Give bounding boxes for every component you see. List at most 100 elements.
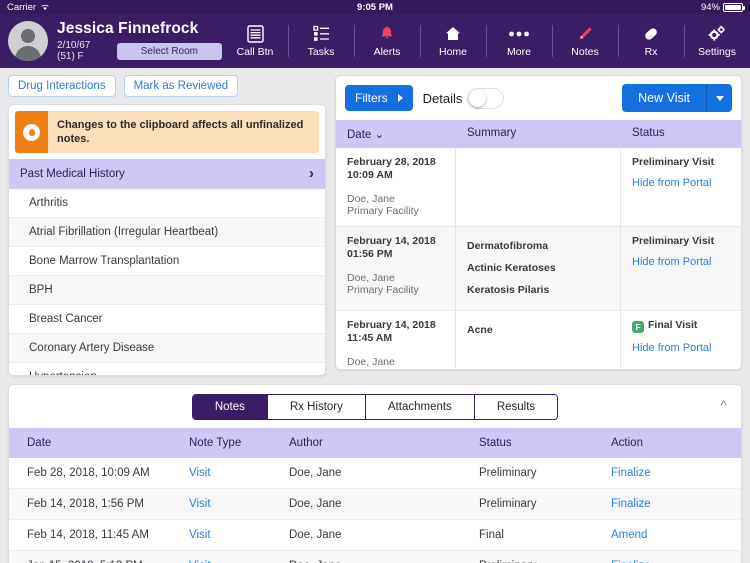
note-type-link[interactable]: Visit — [189, 551, 289, 563]
nav-item-rx[interactable]: Rx — [618, 14, 684, 68]
visit-date-cell: February 14, 2018 01:56 PM Doe, Jane Pri… — [336, 227, 456, 310]
visits-toolbar: Filters Details New Visit — [336, 76, 741, 120]
select-room-button[interactable]: Select Room — [116, 42, 222, 60]
note-action-link[interactable]: Amend — [611, 520, 741, 550]
note-type-link[interactable]: Visit — [189, 489, 289, 519]
list-item[interactable]: Arthritis — [9, 189, 325, 218]
facility-name: Primary Facility — [347, 205, 419, 217]
column-header-date[interactable]: Date ⌄ — [336, 120, 456, 148]
notes-tabbar: Notes Rx History Attachments Results ^ — [9, 385, 741, 428]
notes-table-body: Feb 28, 2018, 10:09 AM Visit Doe, Jane P… — [9, 458, 741, 563]
note-action-link[interactable]: Finalize — [611, 489, 741, 519]
note-action-link[interactable]: Finalize — [611, 551, 741, 563]
note-status: Preliminary — [479, 551, 611, 563]
summary-item: Acne — [467, 324, 493, 336]
sort-chevron-icon: ⌄ — [374, 129, 385, 141]
new-visit-button[interactable]: New Visit — [622, 84, 706, 112]
new-visit-group: New Visit — [622, 84, 732, 112]
table-row[interactable]: Feb 28, 2018, 10:09 AM Visit Doe, Jane P… — [9, 458, 741, 489]
visit-date-cell: February 14, 2018 11:45 AM Doe, Jane Pri… — [336, 311, 456, 369]
tab-group: Notes Rx History Attachments Results — [191, 394, 559, 420]
table-row[interactable]: Jan 15, 2018, 5:12 PM Visit Doe, Jane Pr… — [9, 551, 741, 563]
details-toggle[interactable] — [467, 87, 505, 109]
nav-item-settings[interactable]: Settings — [684, 14, 750, 68]
tab-results[interactable]: Results — [474, 395, 558, 419]
battery-percent: 94% — [700, 1, 720, 13]
details-toggle-group: Details — [423, 87, 505, 109]
list-item[interactable]: Atrial Fibrillation (Irregular Heartbeat… — [9, 218, 325, 247]
nav-label: Tasks — [307, 46, 335, 58]
provider-name: Doe, Jane — [347, 193, 395, 205]
left-column: Drug Interactions Mark as Reviewed Chang… — [8, 75, 326, 376]
nav-label: More — [507, 46, 531, 58]
nav-item-tasks[interactable]: Tasks — [288, 14, 354, 68]
top-navigation: Call Btn Tasks Alerts Home More Notes Rx… — [222, 14, 750, 68]
tasks-icon — [312, 24, 330, 43]
collapse-chevron-up-icon[interactable]: ^ — [720, 397, 727, 413]
note-status: Final — [479, 529, 504, 541]
hide-from-portal-link[interactable]: Hide from Portal — [632, 256, 741, 268]
visits-table-header: Date ⌄ Summary Status — [336, 120, 741, 148]
mark-as-reviewed-button[interactable]: Mark as Reviewed — [123, 75, 239, 97]
list-item[interactable]: Coronary Artery Disease — [9, 334, 325, 363]
home-icon — [444, 24, 462, 43]
lightbulb-icon — [15, 111, 48, 153]
new-visit-dropdown-button[interactable] — [706, 84, 732, 112]
hide-from-portal-link[interactable]: Hide from Portal — [632, 342, 741, 354]
table-row[interactable]: Feb 14, 2018, 1:56 PM Visit Doe, Jane Pr… — [9, 489, 741, 520]
tab-rx-history[interactable]: Rx History — [267, 395, 366, 419]
list-item[interactable]: Bone Marrow Transplantation — [9, 247, 325, 276]
visit-date-cell: February 28, 2018 10:09 AM Doe, Jane Pri… — [336, 148, 456, 226]
final-visit-badge: F — [632, 321, 644, 333]
nav-item-more[interactable]: More — [486, 14, 552, 68]
nav-item-alerts[interactable]: Alerts — [354, 14, 420, 68]
summary-item: Actinic Keratoses — [467, 262, 556, 274]
avatar[interactable] — [8, 21, 48, 61]
left-action-buttons: Drug Interactions Mark as Reviewed — [8, 75, 326, 97]
note-type-link[interactable]: Visit — [189, 458, 289, 488]
filters-button[interactable]: Filters — [345, 85, 413, 111]
visit-status: Final Visit — [648, 319, 698, 331]
drug-interactions-button[interactable]: Drug Interactions — [8, 75, 116, 97]
bottom-panel: Notes Rx History Attachments Results ^ D… — [8, 384, 742, 563]
list-item[interactable]: Hypertension — [9, 363, 325, 375]
clock: 9:05 PM — [357, 1, 393, 13]
nav-item-notes[interactable]: Notes — [552, 14, 618, 68]
call-button-icon — [246, 24, 264, 43]
tab-notes[interactable]: Notes — [192, 395, 268, 419]
gears-icon — [707, 24, 727, 43]
note-date: Feb 28, 2018, 10:09 AM — [27, 467, 150, 479]
table-row[interactable]: February 14, 2018 11:45 AM Doe, Jane Pri… — [336, 311, 741, 369]
nav-item-call-btn[interactable]: Call Btn — [222, 14, 288, 68]
notes-card: Notes Rx History Attachments Results ^ D… — [8, 384, 742, 563]
clipboard-alert: Changes to the clipboard affects all unf… — [15, 111, 319, 153]
patient-name: Jessica Finnefrock — [57, 20, 199, 37]
pen-icon — [576, 24, 594, 43]
note-type-link[interactable]: Visit — [189, 520, 289, 550]
visit-status-cell: Preliminary Visit Hide from Portal — [621, 227, 741, 310]
nav-item-home[interactable]: Home — [420, 14, 486, 68]
app-root: Carrier 9:05 PM 94% Jessica Finnefrock 2… — [0, 0, 750, 563]
visits-table-body: February 28, 2018 10:09 AM Doe, Jane Pri… — [336, 148, 741, 369]
summary-item: Dermatofibroma — [467, 240, 549, 252]
note-author: Doe, Jane — [289, 529, 342, 541]
history-list: Arthritis Atrial Fibrillation (Irregular… — [9, 189, 325, 375]
visit-time: 01:56 PM — [347, 248, 393, 260]
notes-table-header: Date Note Type Author Status Action — [9, 428, 741, 458]
list-item[interactable]: BPH — [9, 276, 325, 305]
column-label: Date — [347, 129, 372, 141]
column-header-summary: Summary — [467, 127, 517, 139]
table-row[interactable]: Feb 14, 2018, 11:45 AM Visit Doe, Jane F… — [9, 520, 741, 551]
patient-subline: 2/10/67 (51) F Select Room — [57, 40, 222, 62]
table-row[interactable]: February 14, 2018 01:56 PM Doe, Jane Pri… — [336, 227, 741, 311]
note-action-link[interactable]: Finalize — [611, 458, 741, 488]
list-item[interactable]: Breast Cancer — [9, 305, 325, 334]
visit-time: 11:45 AM — [347, 332, 393, 344]
right-column: Filters Details New Visit Date ⌄ Summary… — [335, 75, 742, 376]
main-content: Drug Interactions Mark as Reviewed Chang… — [0, 68, 750, 376]
hide-from-portal-link[interactable]: Hide from Portal — [632, 177, 741, 189]
tab-attachments[interactable]: Attachments — [365, 395, 475, 419]
table-row[interactable]: February 28, 2018 10:09 AM Doe, Jane Pri… — [336, 148, 741, 227]
nav-label: Rx — [644, 46, 658, 58]
section-past-medical-history[interactable]: Past Medical History › — [9, 159, 325, 189]
